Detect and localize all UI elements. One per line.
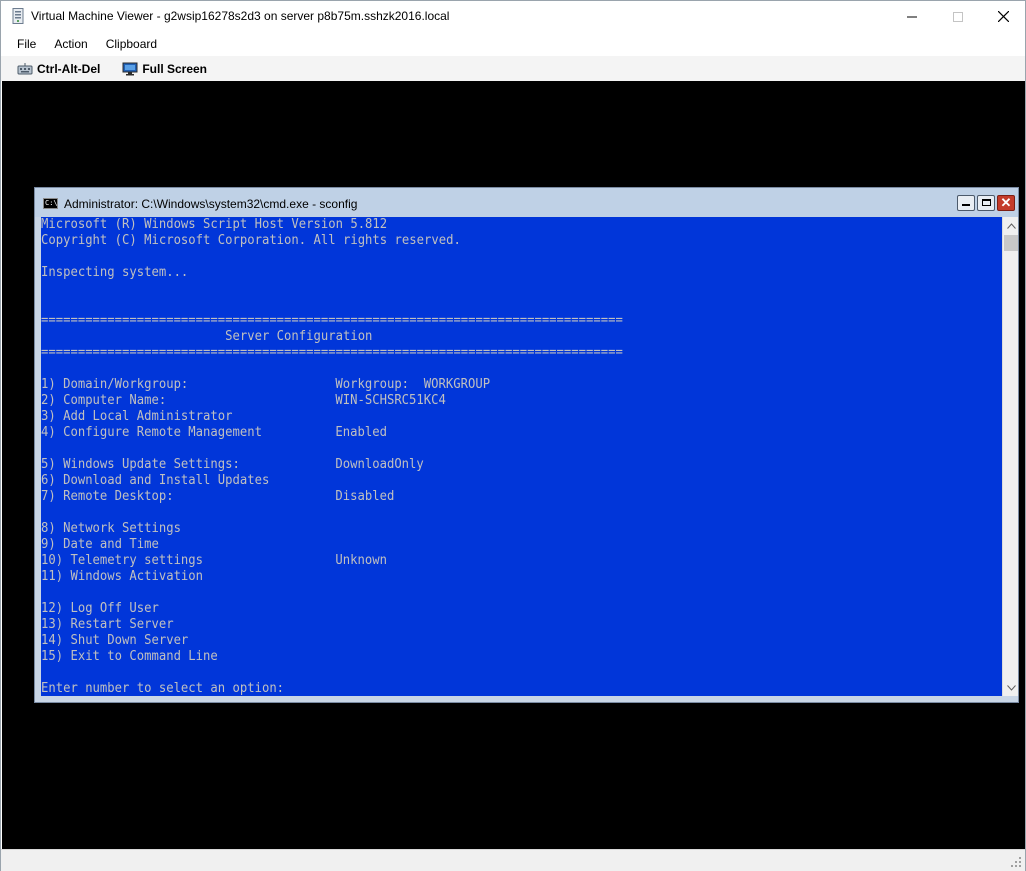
maximize-button[interactable] xyxy=(935,1,981,32)
ctrl-alt-del-button[interactable]: Ctrl-Alt-Del xyxy=(17,62,100,76)
menu-file[interactable]: File xyxy=(8,32,45,56)
console-minimize-button[interactable] xyxy=(957,195,975,211)
toolbar: Ctrl-Alt-Del Full Screen xyxy=(1,56,1025,81)
monitor-icon xyxy=(122,62,138,75)
menu-option-6: 6) Download and Install Updates xyxy=(41,473,270,488)
minimize-icon xyxy=(962,204,970,206)
close-icon xyxy=(997,11,1009,22)
maximize-icon xyxy=(982,199,991,206)
minimize-button[interactable] xyxy=(889,1,935,32)
menu-option-12: 12) Log Off User xyxy=(41,601,159,616)
menu-option-11: 11) Windows Activation xyxy=(41,569,204,584)
window-titlebar[interactable]: Virtual Machine Viewer - g2wsip16278s2d3… xyxy=(1,1,1025,32)
menu-option-14: 14) Shut Down Server xyxy=(41,633,189,648)
menu-option-4: 4) Configure Remote Management Enabled xyxy=(41,425,387,440)
window-title: Virtual Machine Viewer - g2wsip16278s2d3… xyxy=(31,9,450,23)
menu-option-9: 9) Date and Time xyxy=(41,537,159,552)
menu-option-5: 5) Windows Update Settings: DownloadOnly xyxy=(41,457,424,472)
windows-update-value: DownloadOnly xyxy=(335,457,424,472)
close-icon: ✕ xyxy=(1000,195,1012,210)
maximize-icon xyxy=(953,11,963,22)
telemetry-value: Unknown xyxy=(335,553,387,568)
cmd-console-window[interactable]: C:\ Administrator: C:\Windows\system32\c… xyxy=(34,187,1019,703)
scroll-up-button[interactable] xyxy=(1003,217,1019,234)
chevron-down-icon xyxy=(1006,684,1016,691)
terminal-separator: ========================================… xyxy=(41,313,623,328)
menu-bar: File Action Clipboard xyxy=(1,32,1025,56)
menu-option-10: 10) Telemetry settings Unknown xyxy=(41,553,387,568)
terminal-output[interactable]: Microsoft (R) Windows Script Host Versio… xyxy=(41,217,1002,696)
console-titlebar[interactable]: C:\ Administrator: C:\Windows\system32\c… xyxy=(35,188,1018,217)
computer-name-value: WIN-SCHSRC51KC4 xyxy=(335,393,446,408)
status-bar xyxy=(1,849,1025,871)
menu-option-13: 13) Restart Server xyxy=(41,617,174,632)
terminal-heading: Server Configuration xyxy=(41,329,373,344)
scroll-down-button[interactable] xyxy=(1003,679,1019,696)
remote-management-value: Enabled xyxy=(335,425,387,440)
server-app-icon xyxy=(12,8,24,24)
input-prompt[interactable]: Enter number to select an option: xyxy=(41,681,284,696)
menu-option-2: 2) Computer Name: WIN-SCHSRC51KC4 xyxy=(41,393,446,408)
terminal-line: Copyright (C) Microsoft Corporation. All… xyxy=(41,233,461,248)
console-title: Administrator: C:\Windows\system32\cmd.e… xyxy=(64,197,358,211)
domain-value: Workgroup: WORKGROUP xyxy=(335,377,491,392)
terminal-line: Inspecting system... xyxy=(41,265,189,280)
minimize-icon xyxy=(907,16,917,17)
menu-option-7: 7) Remote Desktop: Disabled xyxy=(41,489,395,504)
full-screen-button[interactable]: Full Screen xyxy=(122,62,207,76)
menu-action[interactable]: Action xyxy=(45,32,96,56)
menu-option-1: 1) Domain/Workgroup: Workgroup: WORKGROUP xyxy=(41,377,491,392)
cmd-icon: C:\ xyxy=(43,198,58,209)
menu-clipboard[interactable]: Clipboard xyxy=(97,32,166,56)
scroll-thumb[interactable] xyxy=(1004,235,1018,251)
keyboard-icon xyxy=(17,62,33,74)
full-screen-label: Full Screen xyxy=(142,61,208,76)
console-maximize-button[interactable] xyxy=(977,195,995,211)
console-close-button[interactable]: ✕ xyxy=(997,195,1015,211)
console-scrollbar[interactable] xyxy=(1002,217,1018,696)
vm-viewer-window: Virtual Machine Viewer - g2wsip16278s2d3… xyxy=(0,0,1026,871)
remote-desktop-value: Disabled xyxy=(335,489,395,504)
menu-option-3: 3) Add Local Administrator xyxy=(41,409,233,424)
ctrl-alt-del-label: Ctrl-Alt-Del xyxy=(37,61,101,76)
close-button[interactable] xyxy=(980,1,1026,32)
chevron-up-icon xyxy=(1006,222,1016,229)
menu-option-8: 8) Network Settings xyxy=(41,521,181,536)
terminal-separator: ========================================… xyxy=(41,345,623,360)
resize-grip-icon[interactable] xyxy=(1010,856,1022,868)
terminal-line: Microsoft (R) Windows Script Host Versio… xyxy=(41,217,388,232)
menu-option-15: 15) Exit to Command Line xyxy=(41,649,218,664)
